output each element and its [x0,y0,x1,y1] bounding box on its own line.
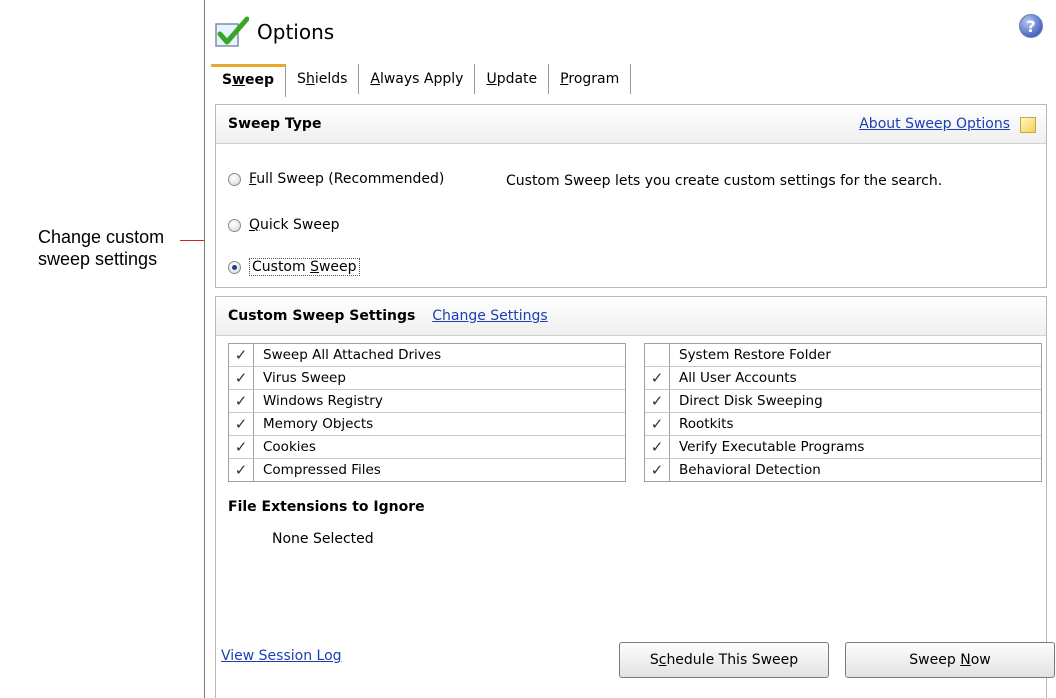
left-settings-list: ✓ Sweep All Attached Drives ✓ Virus Sweep ✓ W… [228,343,626,482]
setting-row: System Restore Folder [645,344,1041,367]
window-header: Options ? [205,0,1056,64]
right-settings-list: System Restore Folder ✓ All User Accounts ✓… [644,343,1042,482]
tab-3[interactable]: Update [475,64,550,94]
empty-check-cell [645,344,670,366]
footer: View Session Log Schedule This Sweep Swe… [205,630,1056,698]
tab-label-part: ields [314,71,348,87]
tab-label-part: h [305,71,315,87]
extensions-value: None Selected [272,531,374,547]
tab-label-part: rogram [568,71,620,87]
setting-row: ✓ Verify Executable Programs [645,436,1041,459]
checkmark-icon: ✓ [229,459,254,481]
about-sweep-options-link[interactable]: About Sweep Options [859,105,1010,143]
sweep-option-label: Custom Sweep [249,258,360,276]
checkmark-icon: ✓ [645,390,670,412]
radio-button-icon[interactable] [228,172,241,186]
note-icon[interactable] [1020,117,1036,133]
setting-row: ✓ Cookies [229,436,625,459]
tab-0[interactable]: Sweep [211,64,287,97]
checkmark-icon: ✓ [229,413,254,435]
tab-label-part: pdate [496,71,538,87]
sweep-now-label-pre: Sweep [909,652,961,668]
sweep-option-2[interactable]: Custom Sweep [228,255,360,279]
tab-label-part: U [486,71,497,87]
setting-row: ✓ All User Accounts [645,367,1041,390]
setting-row: ✓ Compressed Files [229,459,625,481]
sweep-option-label: Quick Sweep [249,217,340,233]
option-label-rest: ull Sweep (Recommended) [256,171,445,187]
option-label-rest: uick Sweep [260,217,340,233]
setting-label: Memory Objects [263,416,374,432]
sweep-option-1[interactable]: Quick Sweep [228,213,340,237]
sweep-type-header: Sweep Type About Sweep Options [216,105,1046,144]
setting-label: Direct Disk Sweeping [679,393,823,409]
sweep-option-0[interactable]: Full Sweep (Recommended) [228,167,444,191]
custom-settings-header: Custom Sweep Settings Change Settings [216,297,1046,336]
sweep-description: Custom Sweep lets you create custom sett… [506,173,943,189]
checkmark-icon: ✓ [229,367,254,389]
extensions-title: File Extensions to Ignore [228,499,425,515]
schedule-label-post: hedule This Sweep [666,652,799,668]
sweep-now-label-accel: N [960,652,971,668]
custom-settings-title: Custom Sweep Settings [228,308,416,324]
checkmark-icon: ✓ [229,390,254,412]
setting-row: ✓ Behavioral Detection [645,459,1041,481]
tab-label-part: lways Apply [379,71,464,87]
setting-row: ✓ Direct Disk Sweeping [645,390,1041,413]
option-label-accel: Q [249,217,261,233]
setting-label: Windows Registry [263,393,383,409]
help-icon[interactable]: ? [1019,14,1043,38]
setting-label: Virus Sweep [263,370,346,386]
annotation-text: Change custom sweep settings [38,227,165,269]
setting-row: ✓ Windows Registry [229,390,625,413]
tab-2[interactable]: Always Apply [359,64,476,94]
setting-label: Sweep All Attached Drives [263,347,442,363]
setting-label: Verify Executable Programs [679,439,865,455]
sweep-type-panel: Sweep Type About Sweep Options Full Swee… [215,104,1047,288]
options-window: Options ? Sweep Shields Always Apply Update… [204,0,1056,698]
setting-row: ✓ Virus Sweep [229,367,625,390]
tab-label-part: S [297,71,306,87]
radio-button-icon[interactable] [228,218,241,232]
setting-label: Cookies [263,439,316,455]
tab-4[interactable]: Program [549,64,632,94]
setting-row: ✓ Sweep All Attached Drives [229,344,625,367]
setting-label: Compressed Files [263,462,381,478]
checkmark-icon: ✓ [645,367,670,389]
tab-label-part: eep [245,72,275,88]
checkmark-icon: ✓ [229,344,254,366]
setting-label: All User Accounts [679,370,797,386]
change-settings-link[interactable]: Change Settings [432,308,547,324]
setting-row: ✓ Rootkits [645,413,1041,436]
checkmark-icon: ✓ [645,436,670,458]
radio-button-icon[interactable] [228,260,241,274]
setting-label: System Restore Folder [679,347,831,363]
sweep-type-title: Sweep Type [228,116,322,132]
option-label-pre: Custom [252,259,311,275]
option-label-rest: weep [318,259,357,275]
checkmark-icon: ✓ [645,413,670,435]
option-label-accel: S [310,259,319,275]
sweep-option-label: Full Sweep (Recommended) [249,171,444,187]
sweep-now-label-post: ow [970,652,991,668]
window-title: Options [257,20,335,44]
checkmark-logo-icon [215,16,249,47]
tab-1[interactable]: Shields [286,64,360,94]
checkmark-icon: ✓ [229,436,254,458]
checkmark-icon: ✓ [645,459,670,481]
schedule-label-pre: S [649,652,659,668]
tab-strip: Sweep Shields Always Apply Update Program [211,64,632,97]
view-session-log-link[interactable]: View Session Log [221,648,342,664]
schedule-sweep-button[interactable]: Schedule This Sweep [619,642,829,678]
tab-label-part: w [232,72,246,88]
setting-label: Behavioral Detection [679,462,821,478]
setting-row: ✓ Memory Objects [229,413,625,436]
setting-label: Rootkits [679,416,734,432]
tab-label-part: S [222,72,233,88]
tab-label-part: A [370,71,380,87]
sweep-now-button[interactable]: Sweep Now [845,642,1055,678]
